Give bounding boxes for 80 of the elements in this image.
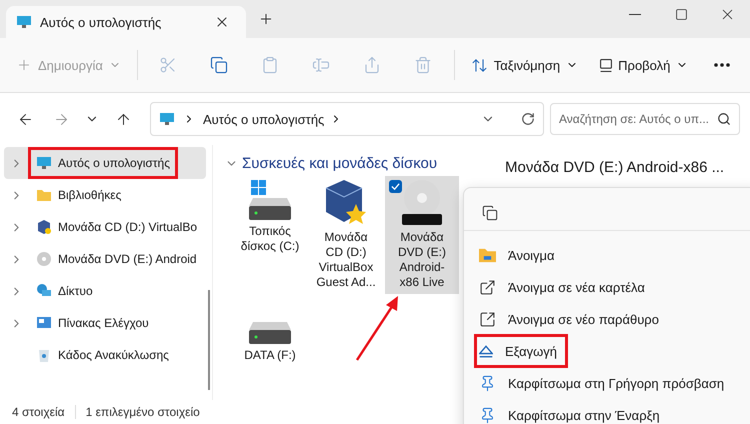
search-field[interactable]: Αναζήτηση σε: Αυτός ο υπ... xyxy=(550,103,740,135)
monitor-icon xyxy=(36,155,52,171)
control-panel-icon xyxy=(36,315,52,331)
status-text: 1 επιλεγμένο στοιχείο xyxy=(86,405,200,419)
menu-item[interactable]: Άνοιγμα xyxy=(464,239,750,271)
breadcrumb-item[interactable]: Αυτός ο υπολογιστής xyxy=(203,112,324,126)
pin-icon xyxy=(479,374,496,392)
drive-label: Τοπικός δίσκος (C:) xyxy=(240,224,300,254)
clipboard-icon xyxy=(261,56,280,74)
view-button[interactable]: Προβολή xyxy=(594,54,694,76)
sidebar-item[interactable]: Βιβλιοθήκες xyxy=(4,179,206,211)
copy-icon xyxy=(482,205,498,221)
folder-icon xyxy=(479,246,496,264)
disc-icon xyxy=(36,251,52,267)
drive-label: DATA (F:) xyxy=(244,348,296,363)
copy-icon xyxy=(210,56,228,74)
status-text: 4 στοιχεία xyxy=(12,405,65,419)
sidebar-item[interactable]: Μονάδα CD (D:) VirtualBo xyxy=(4,211,206,243)
plus-icon xyxy=(16,57,32,73)
sidebar-item[interactable]: Αυτός ο υπολογιστής xyxy=(4,147,206,179)
scissors-icon xyxy=(159,56,178,74)
maximize-icon xyxy=(674,8,688,20)
checkbox[interactable] xyxy=(389,180,402,193)
sidebar-label: Βιβλιοθήκες xyxy=(58,188,122,202)
drive-icon xyxy=(246,322,294,344)
view-icon xyxy=(600,58,612,72)
menu-item[interactable]: Καρφίτσωμα στη Γρήγορη πρόσβαση xyxy=(464,367,750,399)
drive-tile[interactable]: Μονάδα CD (D:) VirtualBox Guest Ad... xyxy=(309,176,383,294)
drive-tile[interactable]: Τοπικός δίσκος (C:) xyxy=(233,176,307,294)
menu-label: Καρφίτσωμα στην Έναρξη xyxy=(508,408,660,422)
more-icon xyxy=(714,63,730,67)
drive-tile[interactable]: DATA (F:) xyxy=(233,300,307,367)
search-icon xyxy=(717,112,731,126)
open-window-icon xyxy=(479,310,496,328)
menu-item[interactable]: Καρφίτσωμα στην Έναρξη xyxy=(464,399,750,424)
drive-label: Μονάδα DVD (E:) Android-x86 Live xyxy=(397,230,447,290)
sidebar-label: Δίκτυο xyxy=(58,284,93,298)
sidebar-label: Κάδος Ανακύκλωσης xyxy=(58,348,169,362)
scrollbar[interactable] xyxy=(208,290,210,390)
menu-label: Άνοιγμα σε νέο παράθυρο xyxy=(508,312,659,326)
group-heading: Συσκευές και μονάδες δίσκου xyxy=(242,155,438,172)
share-icon xyxy=(363,56,382,74)
trash-icon xyxy=(414,56,432,74)
details-title: Μονάδα DVD (E:) Android-x86 ... xyxy=(505,159,724,176)
drive-tile[interactable]: Μονάδα DVD (E:) Android-x86 Live xyxy=(385,176,459,294)
cube-icon xyxy=(36,219,52,235)
menu-item[interactable]: Άνοιγμα σε νέο παράθυρο xyxy=(464,303,750,335)
plus-icon xyxy=(258,11,274,27)
open-tab-icon xyxy=(479,278,496,296)
sidebar-label: Μονάδα DVD (E:) Android xyxy=(58,252,197,266)
globe-monitor-icon xyxy=(36,283,52,299)
sidebar-label: Πίνακας Ελέγχου xyxy=(58,316,149,330)
refresh-icon[interactable] xyxy=(521,112,535,126)
sidebar-item[interactable]: Μονάδα DVD (E:) Android xyxy=(4,243,206,275)
drive-icon xyxy=(246,180,294,220)
folder-icon xyxy=(36,187,52,203)
pin-icon xyxy=(479,406,496,424)
window-tab[interactable]: Αυτός ο υπολογιστής xyxy=(6,6,246,38)
menu-label: Άνοιγμα σε νέα καρτέλα xyxy=(508,280,645,294)
annotation-arrow xyxy=(355,295,399,361)
sidebar-item[interactable]: Κάδος Ανακύκλωσης xyxy=(4,339,206,371)
address-bar[interactable]: Αυτός ο υπολογιστής xyxy=(150,102,544,136)
recycle-bin-icon xyxy=(36,347,52,363)
rename-icon xyxy=(312,56,330,74)
menu-item[interactable]: Εξαγωγή xyxy=(464,335,750,367)
menu-label: Εξαγωγή xyxy=(505,344,558,358)
monitor-icon xyxy=(16,14,32,30)
sort-icon xyxy=(470,56,488,74)
drive-label: Μονάδα CD (D:) VirtualBox Guest Ad... xyxy=(315,230,377,290)
sidebar-item[interactable]: Δίκτυο xyxy=(4,275,206,307)
menu-label: Άνοιγμα xyxy=(508,248,555,262)
menu-label: Καρφίτσωμα στη Γρήγορη πρόσβαση xyxy=(508,376,724,390)
sidebar-item[interactable]: Πίνακας Ελέγχου xyxy=(4,307,206,339)
sort-button[interactable]: Ταξινόμηση xyxy=(464,52,584,78)
sidebar-label: Αυτός ο υπολογιστής xyxy=(58,156,170,170)
menu-item[interactable]: Άνοιγμα σε νέα καρτέλα xyxy=(464,271,750,303)
eject-icon xyxy=(479,344,493,358)
monitor-icon xyxy=(159,111,175,127)
sidebar-label: Μονάδα CD (D:) VirtualBo xyxy=(58,220,198,234)
tab-title: Αυτός ο υπολογιστής xyxy=(40,14,162,30)
